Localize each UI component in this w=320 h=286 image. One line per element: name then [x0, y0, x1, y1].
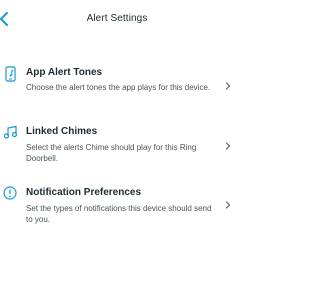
phone-music-icon [3, 66, 17, 82]
info-circle-icon [3, 186, 17, 200]
chevron-right-icon [225, 142, 231, 150]
app-alert-tones-title: App Alert Tones [26, 67, 103, 78]
chevron-right-icon [225, 82, 231, 90]
header-bar: Alert Settings [0, 0, 234, 40]
notification-preferences-row[interactable]: Notification Preferences Set the types o… [0, 182, 234, 232]
app-alert-tones-row[interactable]: App Alert Tones Choose the alert tones t… [0, 60, 234, 110]
page-title: Alert Settings [86, 13, 148, 24]
linked-chimes-title: Linked Chimes [26, 126, 98, 137]
chevron-right-icon [225, 201, 231, 209]
notification-preferences-description: Set the types of notifications this devi… [26, 204, 212, 224]
linked-chimes-description: Select the alerts Chime should play for … [26, 143, 197, 163]
app-alert-tones-description: Choose the alert tones the app plays for… [26, 83, 211, 92]
notification-preferences-title: Notification Preferences [26, 187, 142, 198]
music-note-icon [3, 125, 18, 139]
linked-chimes-row[interactable]: Linked Chimes Select the alerts Chime sh… [0, 121, 234, 171]
